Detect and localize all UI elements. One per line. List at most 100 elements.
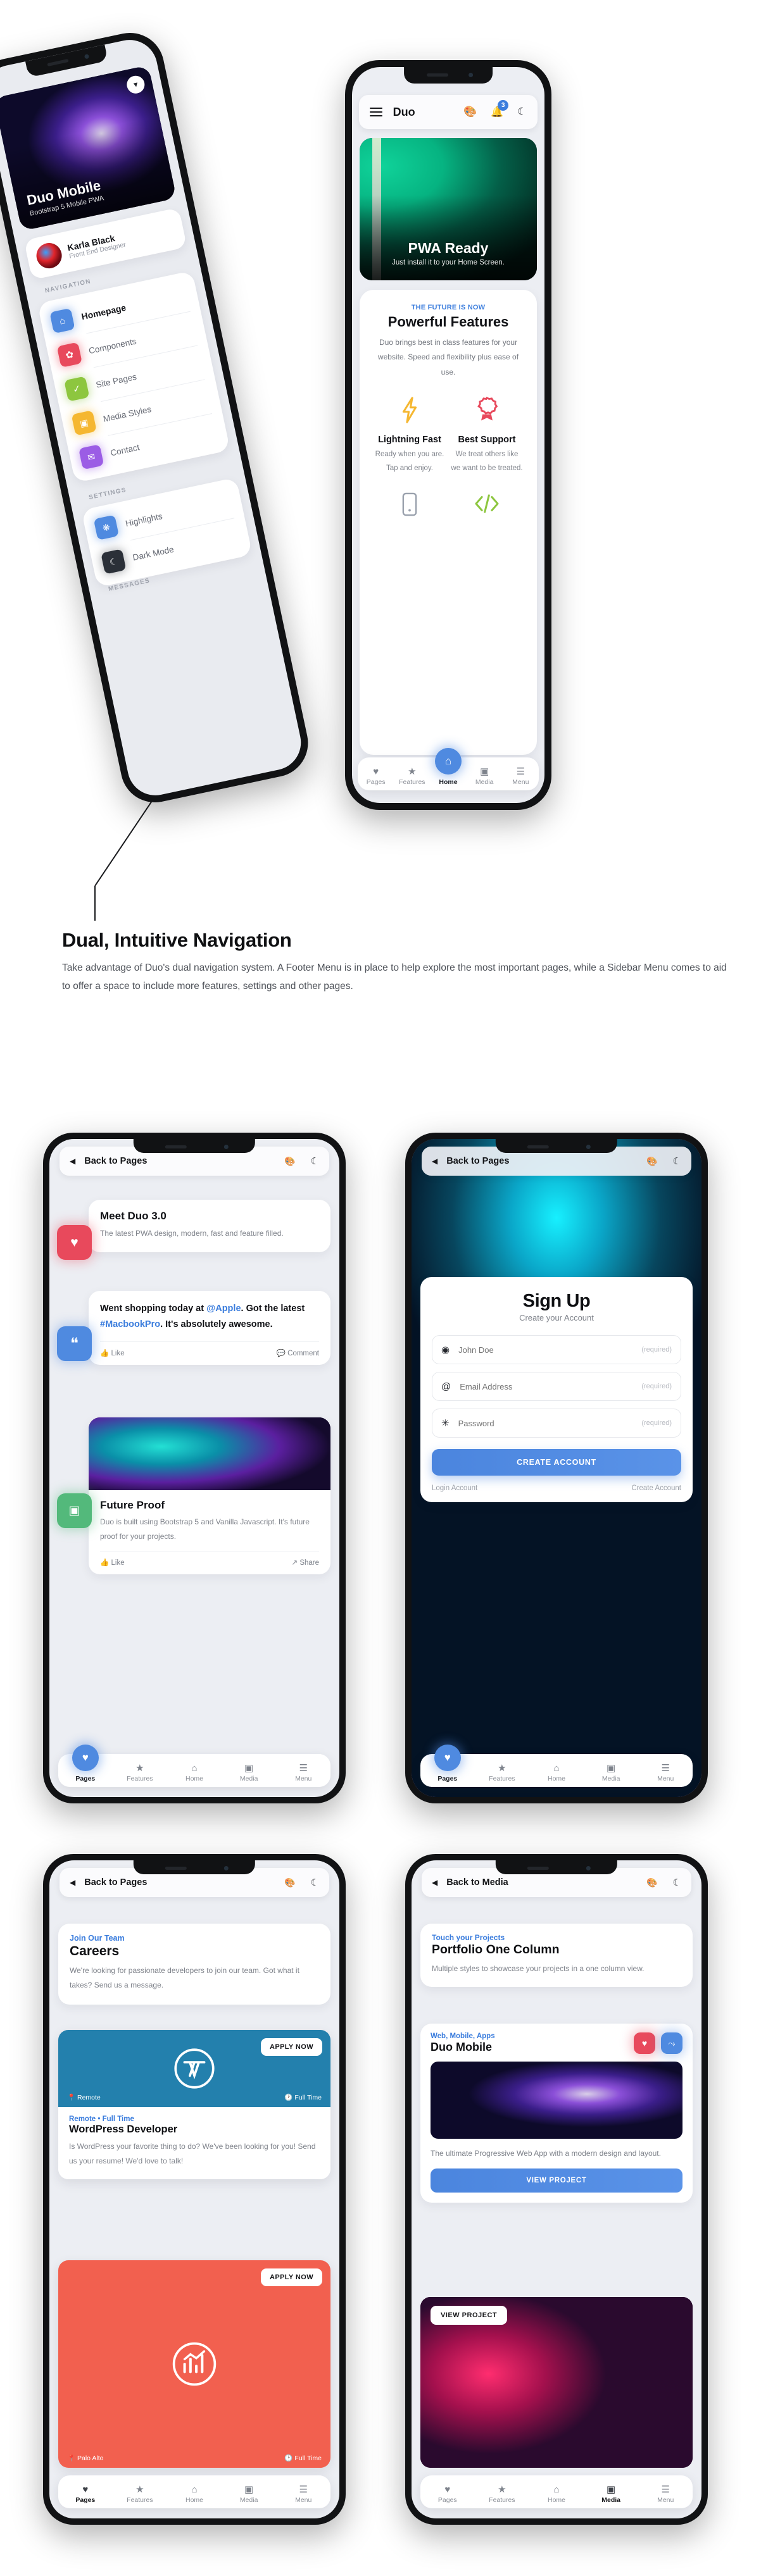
award-badge-icon [477,397,498,421]
moon-icon[interactable]: ☾ [311,1155,319,1167]
tab-menu[interactable]: ☰ Menu [638,2484,693,2504]
palette-icon[interactable]: 🎨 [284,1877,295,1888]
lightning-bolt-icon [402,397,417,423]
careers-phone: ◀ Back to Pages 🎨 ☾ Join Our Team Career… [43,1854,346,2525]
tab-pages[interactable]: ♥ ★ Pages [58,1745,113,1783]
tab-pages[interactable]: ♥ Pages [420,2484,475,2504]
job-card-growth[interactable]: APPLY NOW 📍 Palo Alto 🕑 Full Time [58,2260,330,2468]
palette-icon[interactable]: 🎨 [284,1156,295,1167]
like-button[interactable]: 👍 Like [100,1558,125,1567]
tab-features[interactable]: ★ Features [113,1762,167,1783]
heart-icon-tile[interactable]: ♥ [57,1225,92,1260]
tab-pages[interactable]: ♥ Pages [358,766,394,786]
pages-card-future-proof[interactable]: Future Proof Duo is built using Bootstra… [89,1417,330,1574]
job-text: Is WordPress your favorite thing to do? … [69,2142,316,2166]
tab-home[interactable]: ⌂ Home [167,2484,222,2504]
tab-media[interactable]: ▣ Media [222,2484,276,2504]
back-arrow-icon[interactable]: ◀ [70,1878,75,1887]
share-button[interactable]: ↗ Share [291,1558,319,1567]
tab-features[interactable]: ★ Features [475,2484,529,2504]
home-fab[interactable]: ⌂ [435,748,462,775]
tab-media[interactable]: ▣ Media [222,1762,276,1783]
pages-fab[interactable]: ♥ [72,1745,99,1771]
feature-title: Lightning Fast [378,435,441,445]
create-account-link[interactable]: Create Account [631,1484,681,1492]
home-icon: ⌂ [553,1763,560,1774]
heart-icon: ♥ [82,2484,89,2495]
moon-icon[interactable]: ☾ [673,1155,681,1167]
mobile-phone-icon [402,492,417,516]
signup-field-password[interactable]: ✳ (required) [432,1409,681,1438]
view-project-button[interactable]: VIEW PROJECT [431,2168,682,2193]
palette-icon[interactable]: 🎨 [463,106,477,118]
pages-card-meet-duo[interactable]: Meet Duo 3.0 The latest PWA design, mode… [89,1200,330,1253]
tab-home[interactable]: ⌂ Home [529,2484,584,2504]
tab-menu[interactable]: ☰ Menu [276,1762,330,1783]
tab-features[interactable]: ★ Features [394,766,430,786]
tab-menu[interactable]: ☰ Menu [638,1762,693,1783]
tab-pages[interactable]: ♥ Pages [58,2484,113,2504]
pages-fab[interactable]: ♥ [434,1745,461,1771]
create-account-button[interactable]: CREATE ACCOUNT [432,1449,681,1476]
quote-icon-tile[interactable]: ❝ [57,1326,92,1361]
email-input[interactable] [460,1381,642,1391]
required-hint: (required) [641,1419,672,1427]
tab-features[interactable]: ★ Features [475,1762,529,1783]
sidebar-item-label: Site Pages [95,371,138,390]
share-icon[interactable]: ⤳ [661,2032,682,2054]
heart-icon: ♥ [82,1752,89,1764]
star-icon: ★ [135,1763,144,1774]
phone-notch [133,1139,256,1153]
image-icon-tile[interactable]: ▣ [57,1493,92,1528]
job-banner: APPLY NOW 📍 Palo Alto 🕑 Full Time [58,2260,330,2468]
tab-media[interactable]: ▣ Media [584,1762,638,1783]
tab-menu[interactable]: ☰ Menu [503,766,539,786]
hamburger-icon: ☰ [661,2484,670,2495]
required-hint: (required) [641,1346,672,1353]
hashtag-link[interactable]: #MacbookPro [100,1319,160,1329]
apply-now-button[interactable]: APPLY NOW [260,2268,322,2286]
back-arrow-icon[interactable]: ◀ [70,1157,75,1166]
mention-link[interactable]: @Apple [206,1304,241,1314]
back-arrow-icon[interactable]: ◀ [432,1878,437,1887]
tab-menu[interactable]: ☰ Menu [276,2484,330,2504]
comment-button[interactable]: 💬 Comment [277,1348,319,1357]
tab-features[interactable]: ★ Features [113,2484,167,2504]
name-input[interactable] [458,1345,642,1355]
bell-icon[interactable]: 🔔 3 [491,100,509,118]
tab-home[interactable]: ⌂ ★ Home [430,748,466,786]
hamburger-icon[interactable] [369,107,382,117]
view-project-button[interactable]: VIEW PROJECT [431,2306,508,2325]
job-card-wordpress[interactable]: APPLY NOW 📍 Remote 🕑 Full Time Remote • … [58,2030,330,2179]
back-arrow-icon[interactable]: ◀ [432,1157,437,1166]
check-icon: ✓ [64,376,90,402]
signup-field-name[interactable]: ◉ (required) [432,1335,681,1364]
heart-icon[interactable]: ♥ [634,2032,655,2054]
pin-icon: 📍 [67,2094,76,2101]
like-button[interactable]: 👍 Like [100,1348,125,1357]
tab-media[interactable]: ▣ Media [584,2484,638,2504]
tab-home[interactable]: ⌂ Home [167,1763,222,1783]
job-location: Palo Alto [77,2455,104,2462]
project-card-second[interactable]: VIEW PROJECT [420,2297,693,2468]
palette-icon[interactable]: 🎨 [646,1877,657,1888]
signup-field-email[interactable]: @ (required) [432,1372,681,1401]
palette-icon[interactable]: 🎨 [646,1156,657,1167]
tab-pages[interactable]: ♥ ★ Pages [420,1745,475,1783]
moon-icon[interactable]: ☾ [673,1877,681,1888]
pages-card-shopping[interactable]: Went shopping today at @Apple. Got the l… [89,1291,330,1365]
login-account-link[interactable]: Login Account [432,1484,477,1492]
card-cover-image [89,1417,330,1490]
password-input[interactable] [458,1418,642,1428]
signup-tabbar: ♥ ★ Pages ★Features ⌂Home ▣Media ☰Menu [420,1745,693,1787]
tab-media[interactable]: ▣ Media [467,766,503,786]
intro-title: Portfolio One Column [432,1943,560,1957]
project-card-duo-mobile[interactable]: Web, Mobile, Apps Duo Mobile ♥ ⤳ The ult… [420,2024,693,2203]
sidebar-item-label: Homepage [80,302,127,322]
moon-icon[interactable]: ☾ [517,106,527,118]
page-title: Back to Pages [84,1877,148,1888]
tab-home[interactable]: ⌂ Home [529,1763,584,1783]
moon-icon[interactable]: ☾ [311,1877,319,1888]
apply-now-button[interactable]: APPLY NOW [260,2038,322,2056]
card-rich-text: Went shopping today at @Apple. Got the l… [100,1301,319,1333]
